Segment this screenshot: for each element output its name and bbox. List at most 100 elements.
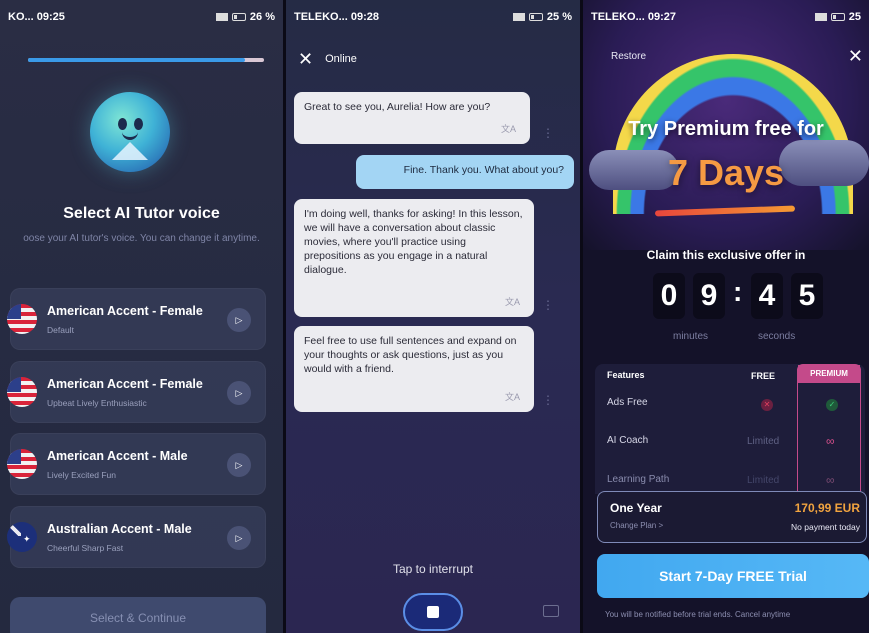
change-plan-link[interactable]: Change Plan > [610,521,663,530]
voice-tags: Default [47,325,74,335]
features-column-header: Features [607,370,645,380]
plan-selector[interactable]: One Year Change Plan > 170,99 EUR No pay… [597,491,867,543]
timer-digit: 4 [751,273,783,319]
plan-price: 170,99 EUR [794,501,860,515]
voice-option[interactable]: American Accent - Male Lively Excited Fu… [7,433,266,495]
voice-name: American Accent - Female [47,377,203,391]
cross-icon: ✕ [761,399,773,411]
voice-name: Australian Accent - Male [47,522,192,536]
play-preview-icon[interactable]: ▷ [227,381,251,405]
voice-select-screen: KO... 09:25 26 % Select AI Tutor voice o… [0,0,283,633]
close-icon[interactable]: ✕ [848,46,863,67]
status-carrier-time: KO... 09:25 [8,11,65,23]
feature-name: AI Coach [607,435,649,446]
page-title: Select AI Tutor voice [63,205,220,222]
timer-minutes-label: minutes [673,331,709,342]
keyboard-icon[interactable] [543,605,559,617]
chat-header: ✕ Online [298,50,357,68]
battery-icon [830,13,845,21]
infinity-icon: ∞ [826,473,835,487]
online-status: Online [325,53,357,65]
globe-mountain [112,142,148,160]
message-text: Fine. Thank you. What about you? [403,164,564,176]
translate-icon[interactable]: 文A [505,295,520,309]
play-preview-icon[interactable]: ▷ [227,308,251,332]
message-text: I'm doing well, thanks for asking! In th… [304,208,523,276]
more-icon[interactable]: ⋮ [542,298,554,312]
globe-eye-right [134,118,143,130]
tutor-message: Feel free to use full sentences and expa… [294,326,534,412]
signal-icon [512,13,525,21]
battery-icon [231,13,246,21]
chat-screen: TELEKO... 09:28 25 % ✕ Online Great to s… [286,0,580,633]
more-icon[interactable]: ⋮ [542,393,554,407]
translate-icon[interactable]: 文A [501,122,516,136]
timer-digit: 0 [653,273,685,319]
us-flag-icon [7,304,37,334]
headline-days: 7 Days [667,152,785,193]
tutor-message: I'm doing well, thanks for asking! In th… [294,199,534,317]
timer-colon: : [733,276,743,307]
feature-name: Ads Free [607,397,648,408]
ai-tutor-globe-icon [90,92,170,172]
message-text: Great to see you, Aurelia! How are you? [304,101,491,113]
voice-option[interactable]: American Accent - Female Upbeat Lively E… [7,361,266,423]
onboarding-progress-bar [28,58,264,62]
battery-icon [528,13,543,21]
timer-digit: 9 [693,273,725,319]
globe-smile [122,132,138,140]
user-message: Fine. Thank you. What about you? [356,155,574,189]
premium-paywall-screen: TELEKO... 09:27 25 Restore ✕ Try Premium… [583,0,869,633]
trial-notice: You will be notified before trial ends. … [605,610,791,619]
play-preview-icon[interactable]: ▷ [227,526,251,550]
status-carrier-time: TELEKO... 09:27 [591,11,676,23]
feature-name: Learning Path [607,474,670,485]
voice-option[interactable]: Australian Accent - Male Cheerful Sharp … [7,506,266,568]
offer-claim-label: Claim this exclusive offer in [646,248,806,262]
globe-eye-left [118,118,127,130]
page-subtitle: oose your AI tutor's voice. You can chan… [23,233,260,244]
stop-icon [427,606,439,618]
restore-link[interactable]: Restore [611,51,646,62]
status-icons: 25 % [512,11,572,23]
status-bar: KO... 09:25 26 % [0,0,283,34]
voice-tags: Cheerful Sharp Fast [47,543,124,553]
no-payment-note: No payment today [791,522,860,532]
voice-tags: Upbeat Lively Enthusiastic [47,398,147,408]
voice-name: American Accent - Female [47,304,203,318]
translate-icon[interactable]: 文A [505,390,520,404]
signal-icon [215,13,228,21]
plan-name: One Year [610,501,662,515]
stop-button[interactable] [403,593,463,631]
timer-digit: 5 [791,273,823,319]
select-continue-button[interactable]: Select & Continue [10,597,266,633]
free-column-header: FREE [751,371,776,381]
free-value: Limited [747,436,780,447]
check-icon: ✓ [826,399,838,411]
headline: Try Premium free for [628,118,824,140]
message-text: Feel free to use full sentences and expa… [304,335,517,375]
more-icon[interactable]: ⋮ [542,126,554,140]
au-flag-icon [7,522,37,552]
voice-option[interactable]: American Accent - Female Default ▷ [7,288,266,350]
status-carrier-time: TELEKO... 09:28 [294,11,379,23]
status-icons: 26 % [215,11,275,23]
signal-icon [814,13,827,21]
play-preview-icon[interactable]: ▷ [227,453,251,477]
us-flag-icon [7,449,37,479]
battery-level: 25 [848,11,861,23]
premium-column-header: PREMIUM [798,365,860,383]
voice-tags: Lively Excited Fun [47,470,116,480]
close-icon[interactable]: ✕ [298,50,313,68]
us-flag-icon [7,377,37,407]
tutor-message: Great to see you, Aurelia! How are you? … [294,92,530,144]
status-bar: TELEKO... 09:28 25 % [286,0,580,34]
progress-fill [28,58,246,62]
status-icons: 25 [814,11,861,23]
infinity-icon: ∞ [826,434,835,448]
status-bar: TELEKO... 09:27 25 [583,0,869,34]
start-trial-button[interactable]: Start 7-Day FREE Trial [597,554,869,598]
battery-level: 25 % [546,11,572,23]
voice-name: American Accent - Male [47,449,188,463]
battery-level: 26 % [249,11,275,23]
